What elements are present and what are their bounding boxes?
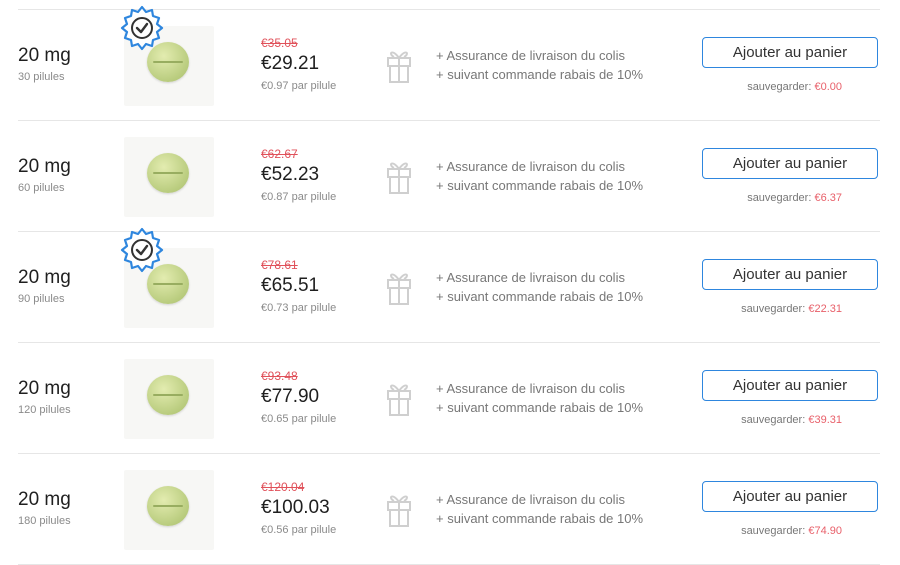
perk-shipping: + Assurance de livraison du colis [436,159,625,174]
price-per-pill: €0.87 par pilule [261,191,337,203]
savings-label: sauvegarder: [741,303,806,315]
perk-shipping: + Assurance de livraison du colis [436,381,625,396]
pricing-row: 20 mg 90 pilules €78.61 €65.51 €0.73 par… [0,227,900,343]
pricing-row: 20 mg 60 pilules €62.67 €52.23 €0.87 par… [0,121,900,232]
add-to-cart-button[interactable]: Ajouter au panier [702,259,878,290]
old-price: €120.04 [261,480,305,494]
gift-icon [386,488,412,528]
perk-shipping: + Assurance de livraison du colis [436,270,625,285]
perk-shipping: + Assurance de livraison du colis [436,48,625,63]
perk-discount: + suivant commande rabais de 10% [436,289,644,304]
old-price: €62.67 [261,147,298,161]
savings: sauvegarder: €0.00 [747,81,842,93]
savings-amount: €39.31 [808,414,842,426]
perk-discount: + suivant commande rabais de 10% [436,178,644,193]
dose-label: 20 mg [18,267,71,288]
add-to-cart-button[interactable]: Ajouter au panier [702,148,878,179]
old-price: €35.05 [261,36,298,50]
perk-discount: + suivant commande rabais de 10% [436,511,644,526]
old-price: €93.48 [261,369,298,383]
pill-image [124,359,214,439]
verified-badge-icon [118,4,166,52]
dose-label: 20 mg [18,489,71,510]
pill-count: 120 pilules [18,404,71,416]
savings-label: sauvegarder: [747,81,812,93]
pill-icon [147,153,189,193]
pill-image [120,5,214,106]
savings: sauvegarder: €74.90 [741,525,842,537]
perk-shipping: + Assurance de livraison du colis [436,492,625,507]
dose-label: 20 mg [18,378,71,399]
price-per-pill: €0.97 par pilule [261,80,337,92]
add-to-cart-button[interactable]: Ajouter au panier [702,37,878,68]
savings-label: sauvegarder: [741,414,806,426]
pill-count: 180 pilules [18,515,71,527]
pricing-row: 20 mg 180 pilules €120.04 €100.03 €0.56 … [0,454,900,565]
price: €77.90 [261,386,320,407]
savings: sauvegarder: €6.37 [747,192,842,204]
price: €29.21 [261,53,320,74]
gift-icon [386,44,412,84]
price-per-pill: €0.73 par pilule [261,302,337,314]
gift-icon [386,266,412,306]
pill-icon [147,486,189,526]
dose-label: 20 mg [18,45,71,66]
old-price: €78.61 [261,258,298,272]
verified-badge-icon [118,226,166,274]
price: €52.23 [261,164,320,185]
price-per-pill: €0.65 par pilule [261,413,337,425]
savings-label: sauvegarder: [741,525,806,537]
pricing-row: 20 mg 120 pilules €93.48 €77.90 €0.65 pa… [0,343,900,454]
add-to-cart-button[interactable]: Ajouter au panier [702,481,878,512]
pill-image [124,470,214,550]
perk-discount: + suivant commande rabais de 10% [436,400,644,415]
add-to-cart-button[interactable]: Ajouter au panier [702,370,878,401]
savings-amount: €0.00 [814,81,842,93]
price: €100.03 [261,497,330,518]
savings-amount: €22.31 [808,303,842,315]
savings: sauvegarder: €22.31 [741,303,842,315]
dose-label: 20 mg [18,156,71,177]
pricing-row: 20 mg 30 pilules €35.05 €29.21 €0.97 par… [0,5,900,121]
gift-icon [386,155,412,195]
pill-count: 30 pilules [18,71,65,83]
savings-amount: €74.90 [808,525,842,537]
price: €65.51 [261,275,320,296]
perk-discount: + suivant commande rabais de 10% [436,67,644,82]
pill-icon [147,375,189,415]
price-per-pill: €0.56 par pilule [261,524,337,536]
savings-label: sauvegarder: [747,192,812,204]
pill-image [120,227,214,328]
savings: sauvegarder: €39.31 [741,414,842,426]
pill-image [124,137,214,217]
savings-amount: €6.37 [814,192,842,204]
pill-count: 60 pilules [18,182,65,194]
pill-count: 90 pilules [18,293,65,305]
gift-icon [386,377,412,417]
